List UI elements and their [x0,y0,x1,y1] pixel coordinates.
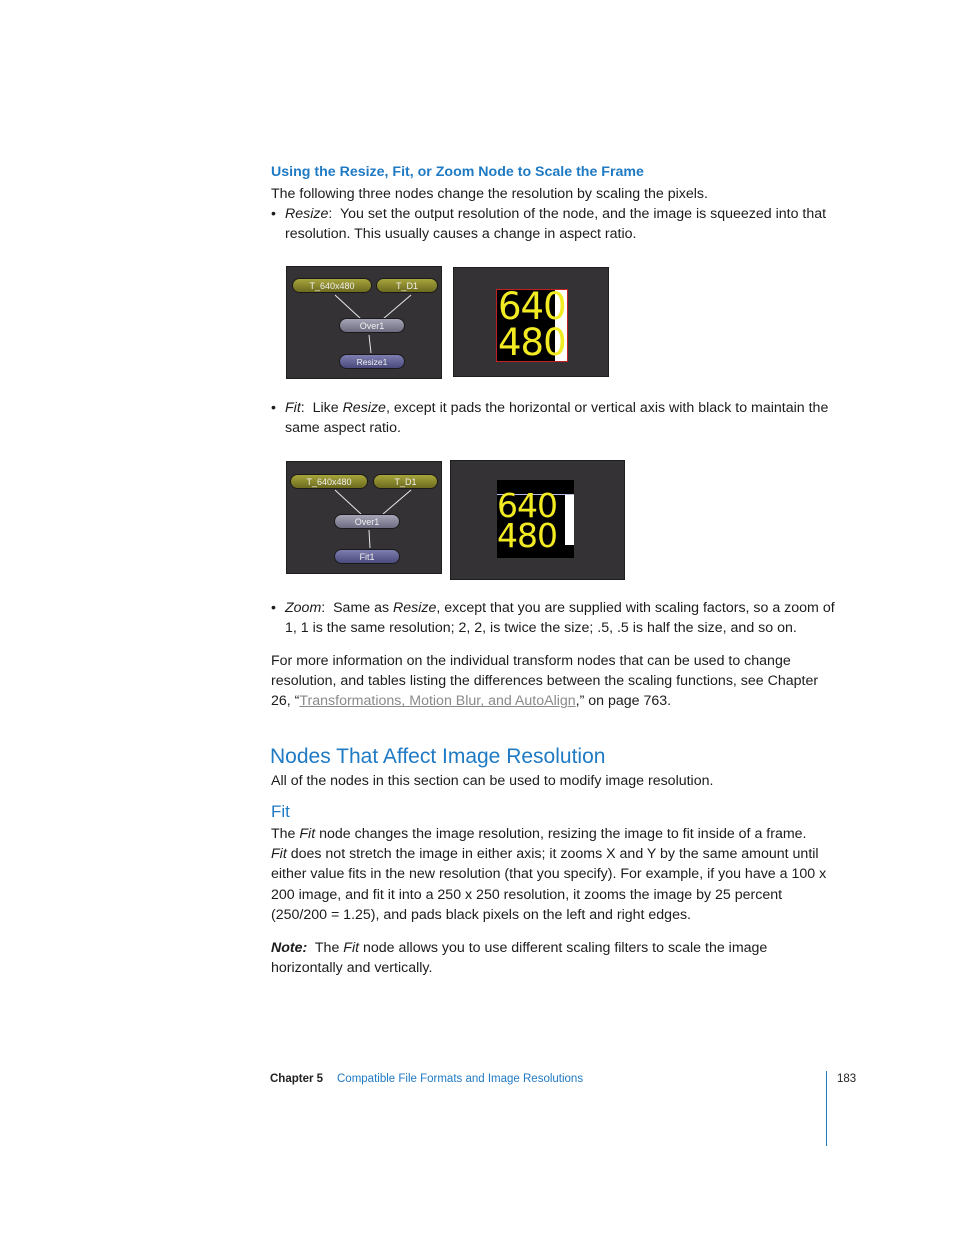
term-resize: Resize [342,400,386,416]
node-over1: Over1 [339,318,405,333]
node-t-640x480: T_640x480 [292,278,372,293]
separator: : Like [300,400,343,416]
page-number: 183 [837,1073,857,1085]
fit-viewer-figure: 640 480 [450,460,625,580]
term-fit: Fit [285,400,301,416]
footer-chapter-title: Compatible File Formats and Image Resolu… [337,1073,584,1085]
bullet-resize: • Resize: You set the output resolution … [271,204,830,244]
subsection-heading: Using the Resize, Fit, or Zoom Node to S… [271,164,644,180]
bullet-text: You set the output resolution of the nod… [285,206,827,243]
viewer-line2: 480 [498,321,567,362]
bullet-dot: • [271,206,276,222]
note-label: Note: [271,940,308,956]
footer-divider [826,1071,827,1146]
fit-heading: Fit [271,802,290,821]
cross-reference-link[interactable]: Transformations, Motion Blur, and AutoAl… [299,693,575,709]
more-info-suffix: ,” on page 763. [575,693,672,710]
bullet-fit: • Fit: Like Resize, except it pads the h… [271,398,830,438]
more-info-paragraph: For more information on the individual t… [271,651,821,712]
section-intro: All of the nodes in this section can be … [271,773,714,789]
viewer-frame: 640 480 [497,480,574,558]
fit-node-tree-figure: T_640x480 T_D1 Over1 Fit1 [286,461,442,574]
bullet-dot: • [271,400,276,416]
term-fit: Fit [299,826,316,842]
text: The [271,826,300,842]
node-resize1: Resize1 [339,354,405,369]
separator: : [328,206,340,222]
term-resize: Resize [393,600,437,616]
section-heading: Nodes That Affect Image Resolution [270,745,606,768]
text: does not stretch the image in either axi… [271,846,827,923]
viewer-line1: 640 [498,289,567,328]
node-t-640x480: T_640x480 [290,474,368,489]
bullet-dot: • [271,600,276,616]
fit-paragraph: The Fit node changes the image resolutio… [271,824,831,925]
viewer-line2: 480 [497,516,558,555]
intro-paragraph: The following three nodes change the res… [271,186,708,202]
separator: : Same as [321,600,394,616]
term-zoom: Zoom [285,600,322,616]
text: The [307,940,344,956]
footer-chapter: Chapter 5 [270,1073,324,1085]
bullet-zoom: • Zoom: Same as Resize, except that you … [271,598,840,638]
term-fit: Fit [271,846,287,863]
note-paragraph: Note: The Fit node allows you to use dif… [271,938,791,978]
resize-viewer-figure: 640 480 [453,267,609,377]
term-fit: Fit [343,940,360,956]
node-t-d1: T_D1 [376,278,438,293]
node-over1: Over1 [334,514,400,529]
resize-node-tree-figure: T_640x480 T_D1 Over1 Resize1 [286,266,442,379]
white-edge [565,495,574,545]
viewer-frame: 640 480 [496,289,568,362]
term-resize: Resize [285,206,329,222]
text: node changes the image resolution, resiz… [315,826,807,842]
node-fit1: Fit1 [334,549,400,564]
node-t-d1: T_D1 [373,474,438,489]
